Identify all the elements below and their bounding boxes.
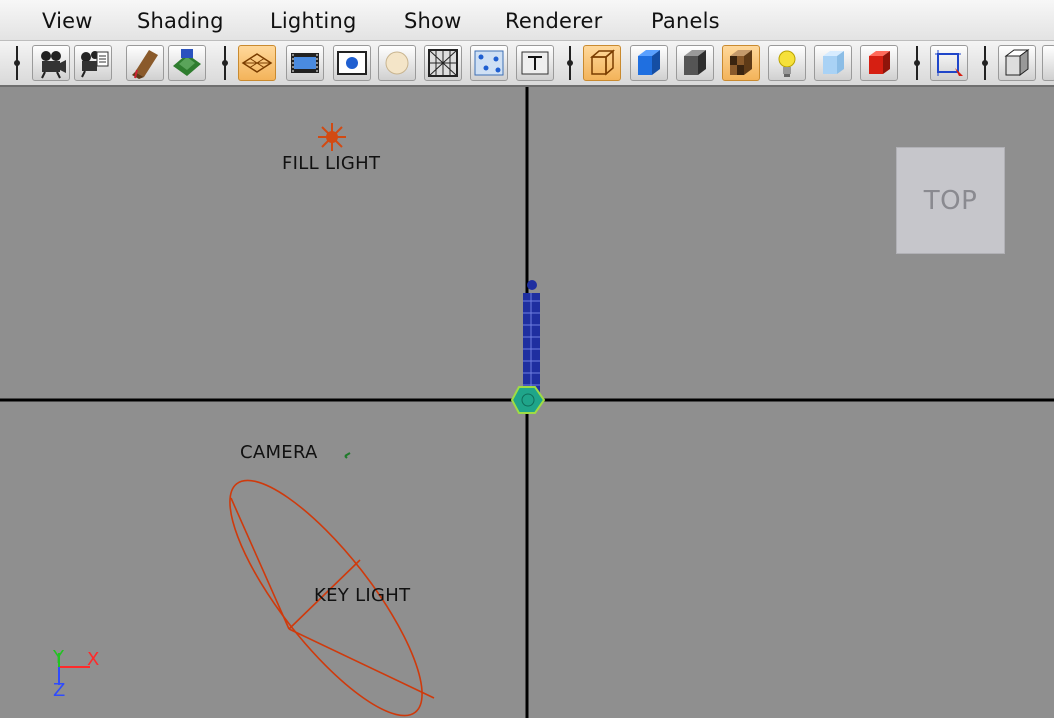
- menu-panels[interactable]: Panels: [651, 9, 720, 33]
- text-icon[interactable]: [516, 45, 554, 81]
- resolution-gate-icon[interactable]: [333, 45, 371, 81]
- view-cube-label: TOP: [923, 186, 978, 216]
- toolbar-separator[interactable]: [220, 46, 230, 80]
- key-light-label: KEY LIGHT: [314, 585, 411, 606]
- view-cube[interactable]: TOP: [896, 147, 1005, 254]
- camera-attributes-icon[interactable]: [74, 45, 112, 81]
- grid-icon[interactable]: [238, 45, 276, 81]
- smooth-shade-icon[interactable]: [630, 45, 668, 81]
- textured-icon[interactable]: [722, 45, 760, 81]
- menu-renderer[interactable]: Renderer: [505, 9, 602, 33]
- viewport-top[interactable]: X Y Z FILL LIGHT CAMERA KEY LIGHT TOP: [0, 87, 1054, 718]
- fill-light-icon[interactable]: [318, 123, 346, 151]
- image-plane-icon[interactable]: [168, 45, 206, 81]
- toolbar-separator[interactable]: [565, 46, 575, 80]
- bookmark-icon[interactable]: [126, 45, 164, 81]
- character-mesh[interactable]: [523, 280, 540, 397]
- camera-object-icon[interactable]: [344, 452, 351, 459]
- uv-texture-icon[interactable]: [470, 45, 508, 81]
- display-layers-icon[interactable]: [998, 45, 1036, 81]
- toolbar-separator[interactable]: [12, 46, 22, 80]
- lights-icon[interactable]: [768, 45, 806, 81]
- axis-label-x: X: [87, 649, 99, 670]
- shade-all-icon[interactable]: [676, 45, 714, 81]
- wireframe-icon[interactable]: [424, 45, 462, 81]
- toolbar-separator[interactable]: [980, 46, 990, 80]
- menu-view[interactable]: View: [42, 9, 93, 33]
- shadows-icon[interactable]: [814, 45, 852, 81]
- xray-icon[interactable]: [583, 45, 621, 81]
- toolbar-separator[interactable]: [912, 46, 922, 80]
- axis-gizmo: X Y Z: [52, 647, 99, 701]
- film-gate-icon[interactable]: [286, 45, 324, 81]
- field-chart-icon[interactable]: [378, 45, 416, 81]
- axis-label-z: Z: [53, 680, 65, 701]
- menu-bar: View Shading Lighting Show Renderer Pane…: [0, 0, 1054, 41]
- axis-label-y: Y: [52, 647, 65, 668]
- camera-select-icon[interactable]: [32, 45, 70, 81]
- fill-light-label: FILL LIGHT: [282, 153, 381, 174]
- isolate-icon[interactable]: [860, 45, 898, 81]
- menu-shading[interactable]: Shading: [137, 9, 224, 33]
- menu-lighting[interactable]: Lighting: [270, 9, 356, 33]
- panel-toolbar: [0, 41, 1054, 87]
- overflow-icon[interactable]: [1042, 45, 1054, 81]
- menu-show[interactable]: Show: [404, 9, 461, 33]
- frame-selection-icon[interactable]: [930, 45, 968, 81]
- camera-label: CAMERA: [240, 442, 318, 463]
